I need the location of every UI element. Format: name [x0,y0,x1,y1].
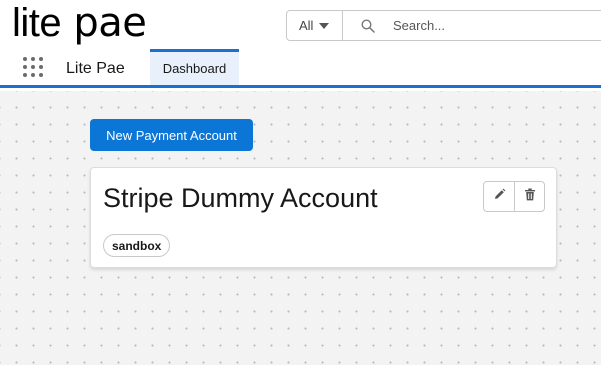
tab-dashboard-label: Dashboard [162,61,227,76]
card-actions [483,181,545,212]
global-search: All Search... [286,10,601,41]
chevron-down-icon [319,23,330,29]
tab-dashboard[interactable]: Dashboard [150,49,239,85]
account-title: Stripe Dummy Account [103,183,378,213]
search-icon [361,18,389,33]
app-logo: lite pae [12,0,147,46]
status-badge: sandbox [103,234,171,257]
edit-button[interactable] [484,182,514,211]
app-launcher-icon[interactable] [23,57,45,79]
trash-icon [524,188,536,206]
search-input[interactable]: Search... [393,18,445,33]
main-content: New Payment Account Stripe Dummy Account… [0,91,601,365]
navigation-bar: Lite Pae Dashboard [0,49,601,88]
app-name: Lite Pae [66,60,125,77]
search-scope-dropdown[interactable]: All [287,11,343,40]
logo-text-pae: pae [73,0,147,46]
payment-account-card: Stripe Dummy Account sandbox [90,167,557,268]
search-scope-label: All [299,18,314,33]
logo-text-lite: lite [12,1,62,45]
delete-button[interactable] [514,182,544,211]
pencil-icon [493,188,506,206]
new-payment-account-button[interactable]: New Payment Account [90,119,253,151]
